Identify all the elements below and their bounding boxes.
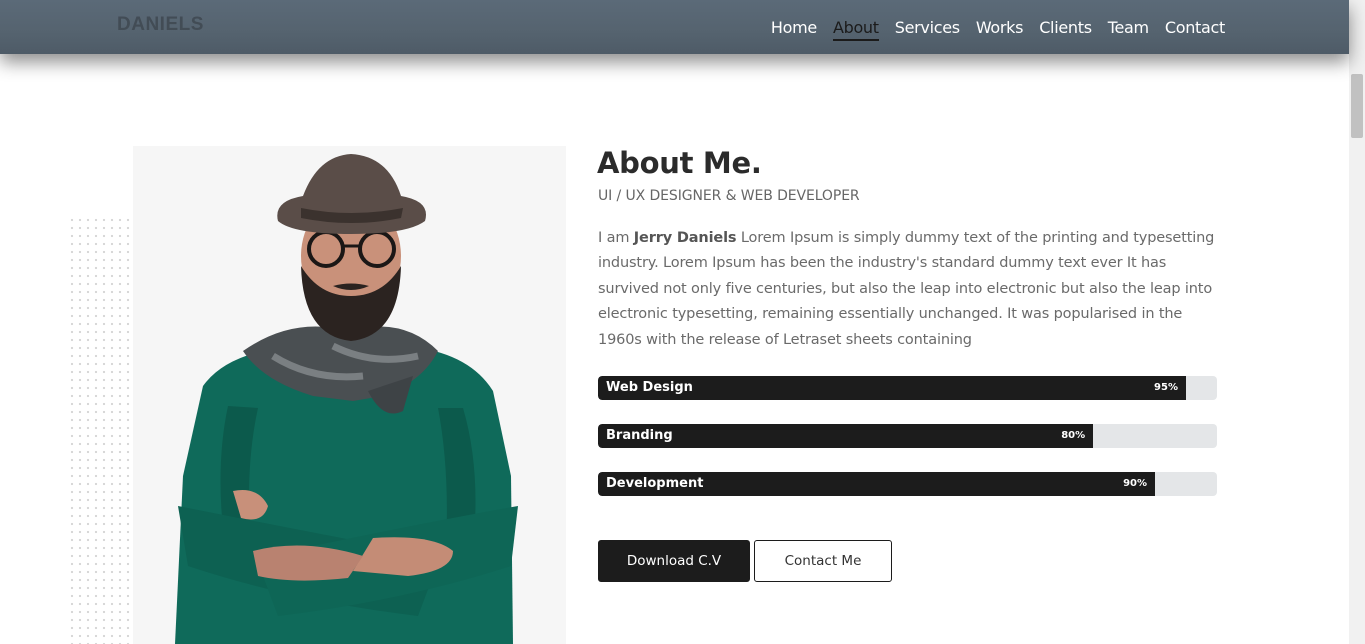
nav-team[interactable]: Team [1108,17,1149,41]
nav-clients[interactable]: Clients [1039,17,1092,41]
site-logo[interactable]: DANIELS [117,14,204,36]
nav-services[interactable]: Services [895,17,960,41]
nav-home[interactable]: Home [771,17,817,41]
about-subtitle: UI / UX DESIGNER & WEB DEVELOPER [598,188,860,204]
decorative-dot-pattern [68,216,134,644]
skill-bar-branding: Branding 80% [598,424,1217,448]
skill-name: Development [606,476,704,491]
person-name: Jerry Daniels [633,230,737,246]
profile-portrait [133,146,566,644]
skill-bar-development: Development 90% [598,472,1217,496]
page-scrollbar[interactable] [1349,0,1365,644]
intro-prefix: I am [598,230,634,246]
about-paragraph: I am Jerry Daniels Lorem Ipsum is simply… [598,226,1218,353]
skill-percent: 90% [1123,478,1148,489]
portrait-illustration [175,154,518,644]
scrollbar-thumb[interactable] [1351,74,1363,138]
skill-percent: 80% [1061,430,1086,441]
download-cv-button[interactable]: Download C.V [598,540,750,582]
skill-name: Web Design [606,380,693,395]
skill-name: Branding [606,428,673,443]
about-description: Lorem Ipsum is simply dummy text of the … [598,230,1215,348]
main-nav: Home About Services Works Clients Team C… [771,17,1225,41]
contact-me-button[interactable]: Contact Me [754,540,892,582]
nav-contact[interactable]: Contact [1165,17,1225,41]
about-title: About Me. [597,146,762,180]
skill-percent: 95% [1154,382,1178,393]
skill-bar-web-design: Web Design 95% [598,376,1217,400]
nav-about[interactable]: About [832,17,879,41]
site-header: DANIELS Home About Services Works Client… [0,0,1349,54]
nav-works[interactable]: Works [976,17,1024,41]
